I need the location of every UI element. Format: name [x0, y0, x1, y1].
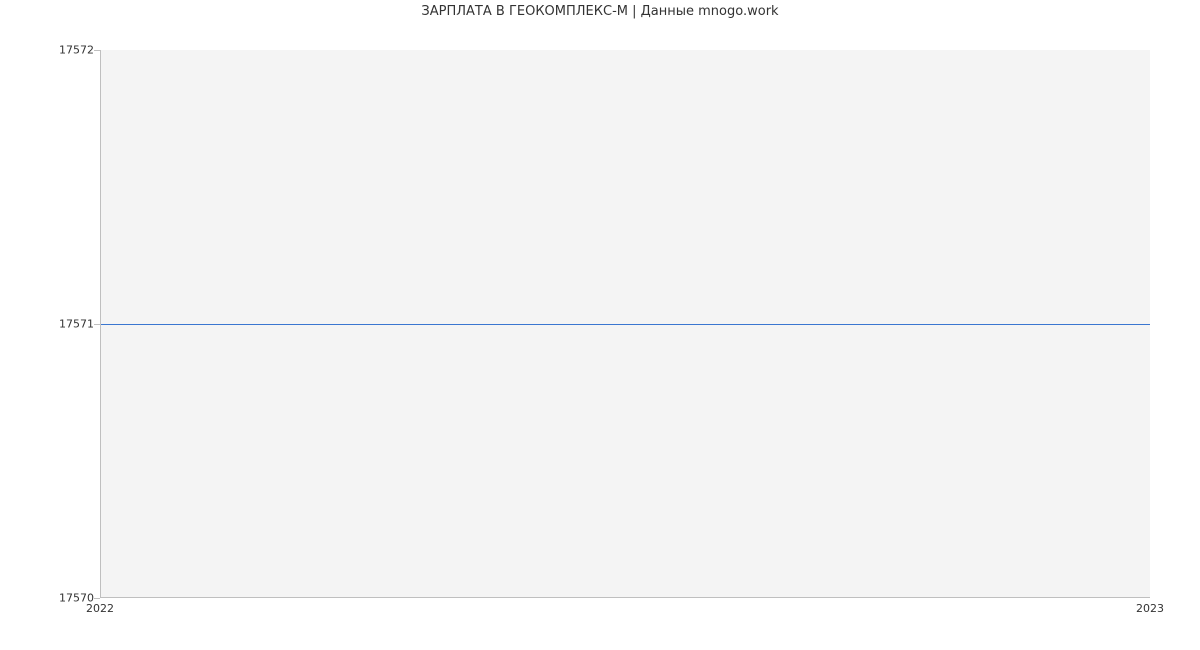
ytick-label: 17571 — [34, 318, 94, 331]
series-line — [101, 324, 1150, 325]
ytick-mark — [94, 50, 100, 51]
xtick-label: 2023 — [1136, 602, 1164, 615]
ytick-label: 17570 — [34, 592, 94, 605]
plot-area — [100, 50, 1150, 598]
ytick-label: 17572 — [34, 44, 94, 57]
ytick-mark — [94, 324, 100, 325]
ytick-mark — [94, 598, 100, 599]
xtick-label: 2022 — [86, 602, 114, 615]
chart-title: ЗАРПЛАТА В ГЕОКОМПЛЕКС-М | Данные mnogo.… — [0, 4, 1200, 19]
